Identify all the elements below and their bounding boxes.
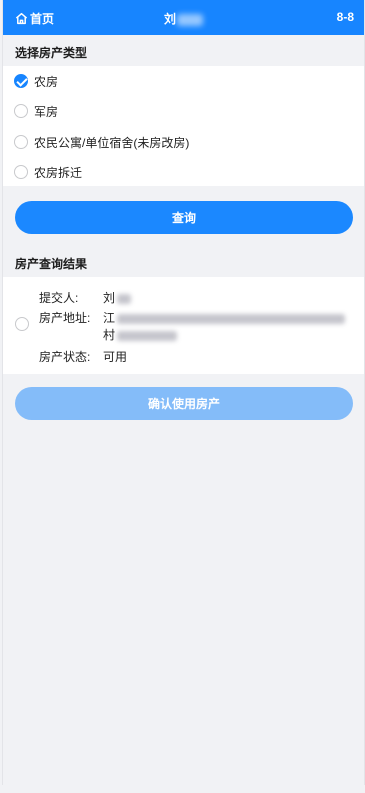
radio-checked-icon [14, 74, 28, 88]
version-label: 8-8 [336, 10, 354, 24]
submitter-key: 提交人: [39, 291, 79, 305]
option-apartment-dorm[interactable]: 农民公寓/单位宿舍(未房改房) [14, 131, 189, 153]
submitter-row: 提交人: 刘 [39, 289, 132, 306]
status-row: 房产状态: 可用 [39, 348, 127, 365]
option-label: 军房 [34, 104, 59, 119]
app-frame: 首页 刘 8-8 选择房产类型 农房 军房 农民公寓/单位宿舍(未房改房) 农房… [2, 0, 365, 785]
page-title: 刘 [3, 10, 364, 27]
radio-icon [14, 165, 28, 179]
top-bar: 首页 刘 8-8 [3, 0, 364, 35]
address-key: 房产地址: [39, 311, 91, 325]
query-button[interactable]: 查询 [15, 201, 353, 234]
status-value: 可用 [103, 350, 128, 364]
radio-icon [14, 104, 28, 118]
radio-icon[interactable] [15, 317, 29, 331]
option-demolition[interactable]: 农房拆迁 [14, 161, 82, 183]
status-key: 房产状态: [39, 350, 91, 364]
radio-icon [14, 135, 28, 149]
option-rural-house[interactable]: 农房 [14, 70, 58, 92]
option-military-house[interactable]: 军房 [14, 100, 58, 122]
address-value: 江 村 [103, 309, 346, 343]
submitter-value: 刘 [103, 289, 132, 306]
property-type-options: 农房 军房 农民公寓/单位宿舍(未房改房) 农房拆迁 [3, 66, 364, 186]
option-label: 农民公寓/单位宿舍(未房改房) [34, 135, 190, 150]
redacted-name [177, 13, 203, 26]
results-heading: 房产查询结果 [15, 257, 88, 271]
property-type-heading: 选择房产类型 [15, 46, 88, 60]
address-row: 房产地址: 江 村 [39, 309, 346, 343]
result-item[interactable]: 提交人: 刘 房产地址: 江 村 房产状态: 可用 [3, 277, 364, 374]
option-label: 农房拆迁 [34, 165, 83, 180]
confirm-use-property-button[interactable]: 确认使用房产 [15, 387, 353, 420]
option-label: 农房 [34, 74, 59, 89]
